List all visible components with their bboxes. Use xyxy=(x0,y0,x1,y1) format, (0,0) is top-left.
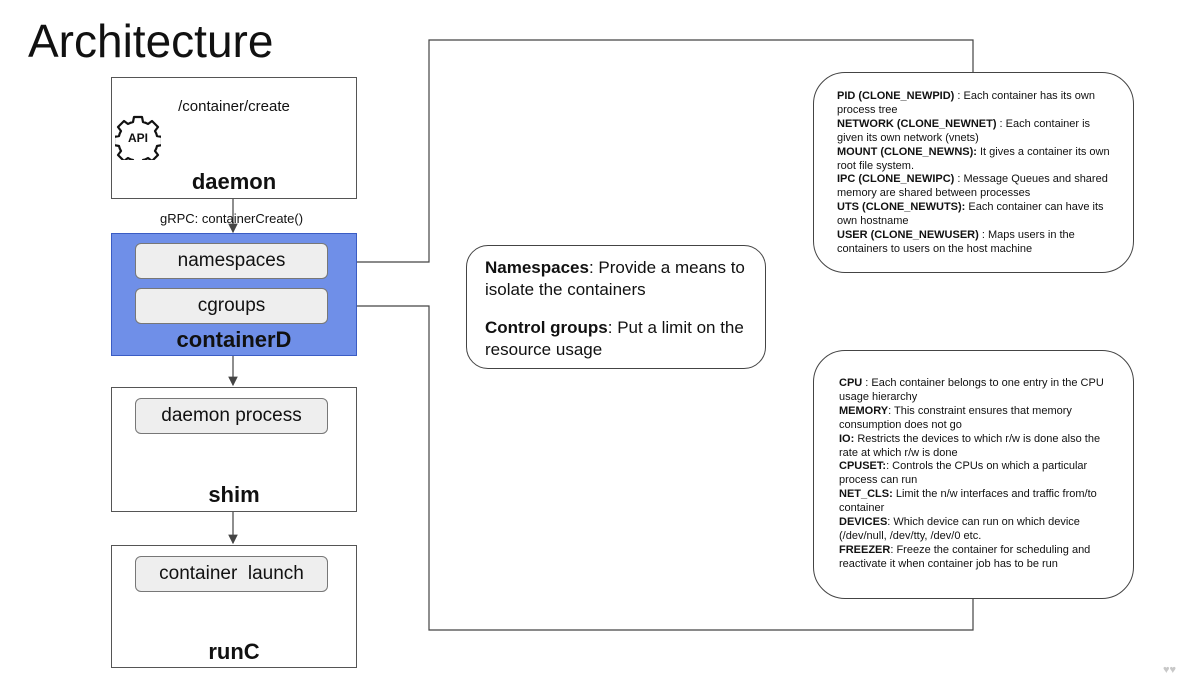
cgroups-detail-box: CPU : Each container belongs to one entr… xyxy=(813,350,1134,599)
shim-box: daemon process shim xyxy=(111,387,357,512)
summary-cgroups: Control groups: Put a limit on the resou… xyxy=(485,317,747,361)
containerd-box: namespaces cgroups containerD xyxy=(111,233,357,356)
api-gear-icon: API xyxy=(115,115,161,160)
namespace-item: USER (CLONE_NEWUSER) : Maps users in the… xyxy=(837,229,1075,255)
summary-namespaces: Namespaces: Provide a means to isolate t… xyxy=(485,257,747,301)
summary-box: Namespaces: Provide a means to isolate t… xyxy=(466,245,766,369)
namespace-item: IPC (CLONE_NEWIPC) : Message Queues and … xyxy=(837,173,1108,200)
namespaces-pill: namespaces xyxy=(135,243,328,279)
summary-term: Namespaces xyxy=(485,258,589,277)
watermark-logo: ♥♥ xyxy=(1162,664,1176,676)
cgroup-item: FREEZER: Freeze the container for schedu… xyxy=(839,543,1091,570)
cgroup-item: CPUSET:: Controls the CPUs on which a pa… xyxy=(839,460,1088,487)
api-icon-text: API xyxy=(128,131,148,145)
runc-box: container launch runC xyxy=(111,545,357,668)
grpc-label: gRPC: containerCreate() xyxy=(160,211,304,226)
namespace-item: NETWORK (CLONE_NEWNET) : Each container … xyxy=(837,117,1091,144)
cgroup-item: DEVICES: Which device can run on which d… xyxy=(839,516,1080,542)
namespaces-detail-box: PID (CLONE_NEWPID) : Each container has … xyxy=(813,72,1134,273)
cgroup-item: IO: Restricts the devices to which r/w i… xyxy=(839,432,1101,459)
namespace-item: MOUNT (CLONE_NEWNS): It gives a containe… xyxy=(837,145,1110,172)
runc-label: runC xyxy=(208,639,260,664)
shim-label: shim xyxy=(208,482,260,507)
daemon-label: daemon xyxy=(191,169,277,194)
namespace-item: PID (CLONE_NEWPID) : Each container has … xyxy=(837,90,1095,116)
api-endpoint: /container/create xyxy=(178,98,290,115)
cgroup-item: MEMORY: This constraint ensures that mem… xyxy=(839,404,1072,431)
daemon-process-pill: daemon process xyxy=(135,398,328,434)
cgroups-pill: cgroups xyxy=(135,288,328,324)
cgroup-item: CPU : Each container belongs to one entr… xyxy=(839,377,1104,403)
cgroup-item: NET_CLS: Limit the n/w interfaces and tr… xyxy=(839,488,1097,515)
summary-term: Control groups xyxy=(485,318,608,337)
containerd-label: containerD xyxy=(176,327,292,352)
container-launch-pill: container launch xyxy=(135,556,328,592)
daemon-box: /container/create API daemon xyxy=(111,77,357,199)
namespace-item: UTS (CLONE_NEWUTS): Each container can h… xyxy=(837,201,1104,228)
